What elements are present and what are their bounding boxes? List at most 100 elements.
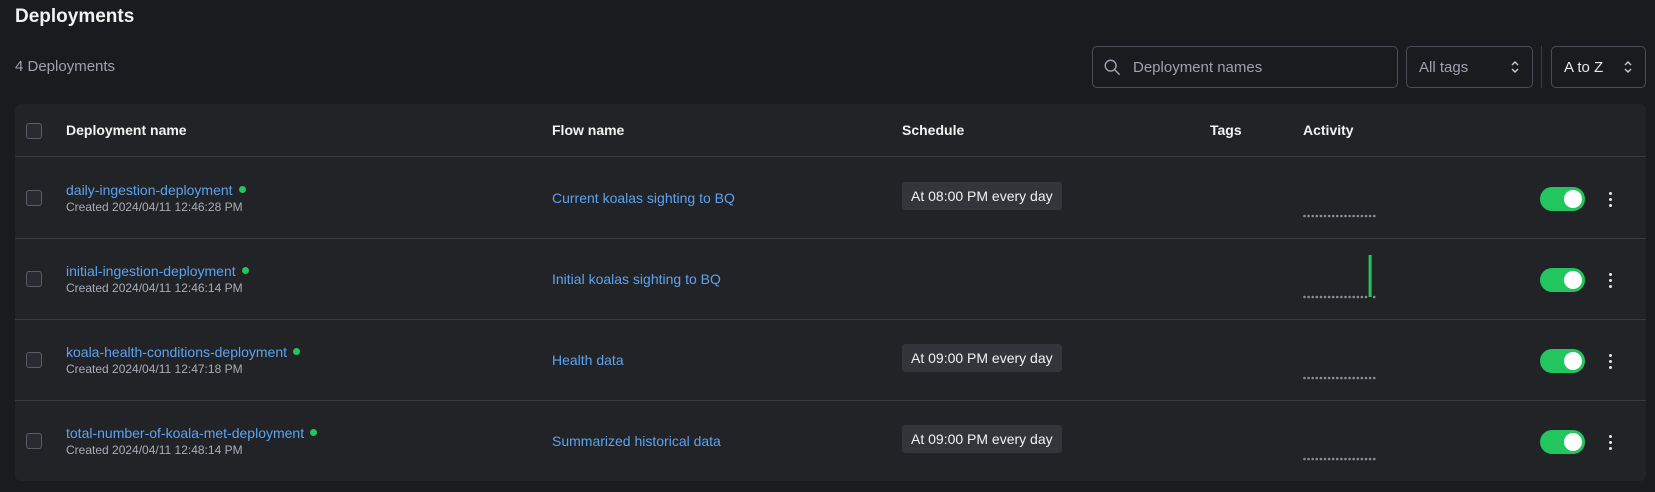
deployment-name-link[interactable]: koala-health-conditions-deployment: [66, 344, 301, 360]
deployment-name-text: total-number-of-koala-met-deployment: [66, 425, 305, 441]
created-timestamp: Created 2024/04/11 12:46:28 PM: [66, 200, 243, 214]
activity-empty-dot: [1319, 214, 1323, 218]
activity-empty-dot: [1372, 376, 1376, 380]
activity-empty-dot: [1331, 376, 1335, 380]
row-checkbox[interactable]: [26, 433, 42, 449]
activity-empty-dot: [1307, 376, 1310, 380]
toggle-knob: [1564, 271, 1582, 289]
tags-filter-label: All tags: [1419, 58, 1469, 76]
activity-empty-dot: [1303, 214, 1306, 218]
activity-empty-dot: [1360, 457, 1364, 461]
deployment-active-toggle[interactable]: [1540, 187, 1585, 211]
toggle-knob: [1564, 352, 1582, 370]
activity-empty-dot: [1319, 376, 1323, 380]
activity-empty-dot: [1368, 376, 1372, 380]
sort-select[interactable]: A to Z: [1551, 46, 1646, 88]
activity-empty-dot: [1311, 214, 1314, 218]
activity-empty-dot: [1344, 214, 1347, 218]
activity-sparkline: [1303, 255, 1376, 299]
activity-empty-dot: [1336, 214, 1339, 218]
table-row: daily-ingestion-deployment Created 2024/…: [15, 158, 1646, 239]
search-field[interactable]: [1092, 46, 1398, 88]
activity-empty-dot: [1360, 376, 1364, 380]
activity-empty-dot: [1364, 214, 1368, 218]
deployment-name-text: koala-health-conditions-deployment: [66, 344, 288, 360]
flow-name-link[interactable]: Initial koalas sighting to BQ: [552, 271, 721, 287]
activity-empty-dot: [1307, 457, 1310, 461]
activity-empty-dot: [1336, 295, 1339, 299]
deployment-name-text: daily-ingestion-deployment: [66, 182, 233, 198]
activity-empty-dot: [1311, 376, 1314, 380]
activity-empty-dot: [1368, 214, 1372, 218]
activity-empty-dot: [1364, 376, 1368, 380]
status-dot-icon: [238, 186, 246, 193]
activity-empty-dot: [1323, 376, 1327, 380]
activity-empty-dot: [1356, 214, 1360, 218]
deployment-active-toggle[interactable]: [1540, 430, 1585, 454]
activity-empty-dot: [1344, 376, 1347, 380]
activity-empty-dot: [1372, 457, 1376, 461]
activity-empty-dot: [1356, 295, 1360, 299]
kebab-menu-icon[interactable]: [1602, 349, 1618, 373]
sort-label: A to Z: [1564, 58, 1604, 76]
status-dot-icon: [293, 348, 301, 355]
deployment-name-link[interactable]: daily-ingestion-deployment: [66, 182, 246, 198]
deployment-name-link[interactable]: initial-ingestion-deployment: [66, 263, 249, 279]
row-checkbox[interactable]: [26, 190, 42, 206]
deployment-active-toggle[interactable]: [1540, 349, 1585, 373]
kebab-menu-icon[interactable]: [1602, 187, 1618, 211]
activity-sparkline: [1303, 214, 1376, 218]
flow-name-link[interactable]: Summarized historical data: [552, 433, 721, 449]
column-header-deployment-name[interactable]: Deployment name: [66, 122, 187, 138]
search-input[interactable]: [1133, 58, 1373, 76]
kebab-menu-icon[interactable]: [1602, 268, 1618, 292]
chevron-updown-icon: [1511, 61, 1519, 73]
activity-empty-dot: [1348, 376, 1351, 380]
activity-empty-dot: [1344, 295, 1347, 299]
activity-empty-dot: [1323, 295, 1327, 299]
flow-name-link[interactable]: Current koalas sighting to BQ: [552, 190, 735, 206]
row-checkbox[interactable]: [26, 271, 42, 287]
activity-empty-dot: [1303, 376, 1306, 380]
activity-empty-dot: [1348, 214, 1351, 218]
activity-empty-dot: [1303, 457, 1306, 461]
activity-empty-dot: [1323, 457, 1327, 461]
created-timestamp: Created 2024/04/11 12:47:18 PM: [66, 362, 243, 376]
activity-empty-dot: [1352, 457, 1355, 461]
column-header-schedule[interactable]: Schedule: [902, 122, 964, 138]
deployment-name-link[interactable]: total-number-of-koala-met-deployment: [66, 425, 318, 441]
activity-bar: [1368, 255, 1372, 297]
activity-sparkline: [1303, 457, 1376, 461]
activity-empty-dot: [1307, 295, 1310, 299]
activity-empty-dot: [1331, 295, 1335, 299]
activity-empty-dot: [1319, 295, 1323, 299]
kebab-menu-icon[interactable]: [1602, 430, 1618, 454]
table-row: koala-health-conditions-deployment Creat…: [15, 320, 1646, 401]
column-header-flow-name[interactable]: Flow name: [552, 122, 624, 138]
tags-filter-select[interactable]: All tags: [1406, 46, 1533, 88]
activity-empty-dot: [1327, 214, 1331, 218]
toggle-knob: [1564, 433, 1582, 451]
schedule-badge[interactable]: At 09:00 PM every day: [902, 344, 1062, 372]
created-timestamp: Created 2024/04/11 12:46:14 PM: [66, 281, 243, 295]
schedule-badge[interactable]: At 09:00 PM every day: [902, 425, 1062, 453]
table-row: initial-ingestion-deployment Created 202…: [15, 239, 1646, 320]
activity-empty-dot: [1352, 295, 1355, 299]
activity-empty-dot: [1327, 295, 1331, 299]
schedule-badge[interactable]: At 08:00 PM every day: [902, 182, 1062, 210]
activity-empty-dot: [1360, 214, 1364, 218]
created-timestamp: Created 2024/04/11 12:48:14 PM: [66, 443, 243, 457]
activity-empty-dot: [1336, 457, 1339, 461]
status-dot-icon: [241, 267, 249, 274]
flow-name-link[interactable]: Health data: [552, 352, 624, 368]
row-checkbox[interactable]: [26, 352, 42, 368]
activity-empty-dot: [1340, 214, 1343, 218]
deployment-active-toggle[interactable]: [1540, 268, 1585, 292]
select-all-checkbox[interactable]: [26, 123, 42, 139]
deployment-name-text: initial-ingestion-deployment: [66, 263, 236, 279]
chevron-updown-icon: [1624, 61, 1632, 73]
toggle-knob: [1564, 190, 1582, 208]
activity-empty-dot: [1356, 376, 1360, 380]
activity-empty-dot: [1315, 457, 1319, 461]
search-icon: [1104, 59, 1120, 75]
